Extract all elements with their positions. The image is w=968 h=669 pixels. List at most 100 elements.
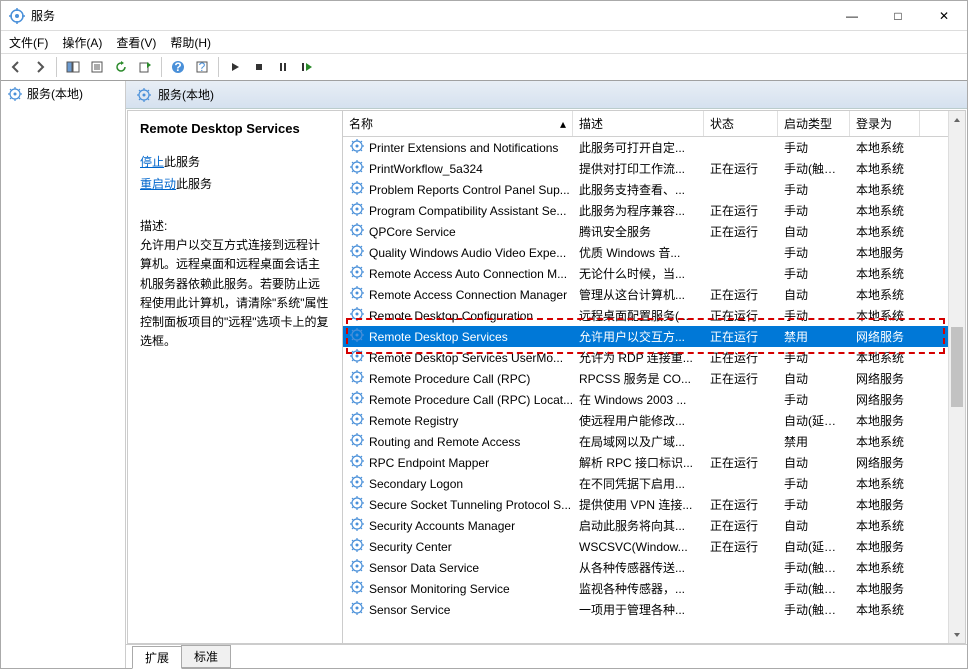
cell-startup: 手动 <box>778 202 850 219</box>
refresh-button[interactable] <box>110 56 132 78</box>
col-startup[interactable]: 启动类型 <box>778 111 850 136</box>
col-status[interactable]: 状态 <box>704 111 778 136</box>
table-row[interactable]: RPC Endpoint Mapper解析 RPC 接口标识...正在运行自动网… <box>343 452 948 473</box>
services-icon <box>136 87 152 103</box>
scroll-thumb[interactable] <box>951 327 963 407</box>
main-area: 服务(本地) 服务(本地) Remote Desktop Services 停止… <box>1 81 967 668</box>
table-row[interactable]: Sensor Monitoring Service监视各种传感器，...手动(触… <box>343 578 948 599</box>
col-name[interactable]: 名称▴ <box>343 111 573 136</box>
table-row[interactable]: QPCore Service腾讯安全服务正在运行自动本地系统 <box>343 221 948 242</box>
service-icon <box>349 474 365 493</box>
cell-desc: 管理从这台计算机... <box>573 286 704 303</box>
table-row[interactable]: Remote Desktop Configuration远程桌面配置服务(...… <box>343 305 948 326</box>
cell-logon: 网络服务 <box>850 328 920 345</box>
table-row[interactable]: Program Compatibility Assistant Se...此服务… <box>343 200 948 221</box>
table-row[interactable]: Remote Access Connection Manager管理从这台计算机… <box>343 284 948 305</box>
menu-file[interactable]: 文件(F) <box>9 34 48 51</box>
restart-service-button[interactable] <box>296 56 318 78</box>
cell-logon: 本地系统 <box>850 139 920 156</box>
table-row[interactable]: Remote Desktop Services允许用户以交互方...正在运行禁用… <box>343 326 948 347</box>
cell-desc: 此服务支持查看、... <box>573 181 704 198</box>
right-body: Remote Desktop Services 停止此服务 重启动此服务 描述:… <box>127 110 966 644</box>
cell-startup: 手动 <box>778 244 850 261</box>
table-row[interactable]: Secondary Logon在不同凭据下启用...手动本地系统 <box>343 473 948 494</box>
tab-standard[interactable]: 标准 <box>181 645 231 668</box>
table-row[interactable]: Remote Access Auto Connection M...无论什么时候… <box>343 263 948 284</box>
table-row[interactable]: Security CenterWSCSVC(Window...正在运行自动(延迟… <box>343 536 948 557</box>
table-row[interactable]: Sensor Service一项用于管理各种...手动(触发...本地系统 <box>343 599 948 620</box>
export-button[interactable] <box>134 56 156 78</box>
table-row[interactable]: PrintWorkflow_5a324提供对打印工作流...正在运行手动(触发.… <box>343 158 948 179</box>
cell-name: Problem Reports Control Panel Sup... <box>343 180 573 199</box>
toolbar-separator <box>161 57 162 77</box>
table-row[interactable]: Problem Reports Control Panel Sup...此服务支… <box>343 179 948 200</box>
menu-action[interactable]: 操作(A) <box>62 34 102 51</box>
cell-name: Remote Desktop Configuration <box>343 306 573 325</box>
cell-status: 正在运行 <box>704 370 778 387</box>
service-list: 名称▴ 描述 状态 启动类型 登录为 Printer Extensions an… <box>343 111 965 643</box>
table-row[interactable]: Sensor Data Service从各种传感器传送...手动(触发...本地… <box>343 557 948 578</box>
services-icon <box>7 86 23 102</box>
back-button[interactable] <box>5 56 27 78</box>
show-hide-tree-button[interactable] <box>62 56 84 78</box>
start-service-button[interactable] <box>224 56 246 78</box>
tab-extended[interactable]: 扩展 <box>132 646 182 669</box>
maximize-button[interactable]: □ <box>875 1 921 31</box>
scroll-up-button[interactable] <box>949 111 965 128</box>
cell-name: Sensor Data Service <box>343 558 573 577</box>
menu-view[interactable]: 查看(V) <box>116 34 156 51</box>
close-button[interactable]: ✕ <box>921 1 967 31</box>
cell-logon: 本地系统 <box>850 223 920 240</box>
cell-desc: 启动此服务将向其... <box>573 517 704 534</box>
cell-name: Program Compatibility Assistant Se... <box>343 201 573 220</box>
cell-desc: 解析 RPC 接口标识... <box>573 454 704 471</box>
help2-button[interactable]: ? <box>191 56 213 78</box>
cell-startup: 自动 <box>778 517 850 534</box>
table-row[interactable]: Quality Windows Audio Video Expe...优质 Wi… <box>343 242 948 263</box>
table-row[interactable]: Remote Registry使远程用户能修改...自动(延迟...本地服务 <box>343 410 948 431</box>
cell-desc: 一项用于管理各种... <box>573 601 704 618</box>
stop-service-button[interactable] <box>248 56 270 78</box>
cell-startup: 自动(延迟... <box>778 538 850 555</box>
pause-service-button[interactable] <box>272 56 294 78</box>
titlebar: 服务 — □ ✕ <box>1 1 967 31</box>
table-row[interactable]: Remote Procedure Call (RPC)RPCSS 服务是 CO.… <box>343 368 948 389</box>
service-icon <box>349 390 365 409</box>
help-button[interactable]: ? <box>167 56 189 78</box>
cell-desc: 远程桌面配置服务(... <box>573 307 704 324</box>
restart-link[interactable]: 重启动 <box>140 177 176 191</box>
cell-desc: 优质 Windows 音... <box>573 244 704 261</box>
service-icon <box>349 159 365 178</box>
col-logon[interactable]: 登录为 <box>850 111 920 136</box>
tree-root-node[interactable]: 服务(本地) <box>3 83 123 104</box>
scroll-track[interactable] <box>949 128 965 626</box>
scroll-down-button[interactable] <box>949 626 965 643</box>
col-desc[interactable]: 描述 <box>573 111 704 136</box>
properties-button[interactable] <box>86 56 108 78</box>
cell-name: Secure Socket Tunneling Protocol S... <box>343 495 573 514</box>
cell-logon: 本地服务 <box>850 496 920 513</box>
cell-startup: 禁用 <box>778 328 850 345</box>
table-row[interactable]: Remote Desktop Services UserMo...允许为 RDP… <box>343 347 948 368</box>
service-icon <box>349 453 365 472</box>
table-row[interactable]: Routing and Remote Access在局域网以及广域...禁用本地… <box>343 431 948 452</box>
cell-desc: 在局域网以及广域... <box>573 433 704 450</box>
description-label: 描述: <box>140 217 330 234</box>
table-row[interactable]: Secure Socket Tunneling Protocol S...提供使… <box>343 494 948 515</box>
sort-indicator-icon: ▴ <box>560 117 566 131</box>
cell-logon: 本地系统 <box>850 307 920 324</box>
right-panel: 服务(本地) Remote Desktop Services 停止此服务 重启动… <box>126 81 967 668</box>
cell-desc: RPCSS 服务是 CO... <box>573 370 704 387</box>
vertical-scrollbar[interactable] <box>948 111 965 643</box>
table-row[interactable]: Printer Extensions and Notifications此服务可… <box>343 137 948 158</box>
stop-link[interactable]: 停止 <box>140 155 164 169</box>
menu-help[interactable]: 帮助(H) <box>170 34 211 51</box>
cell-name: Security Center <box>343 537 573 556</box>
cell-logon: 本地服务 <box>850 412 920 429</box>
table-row[interactable]: Security Accounts Manager启动此服务将向其...正在运行… <box>343 515 948 536</box>
cell-status: 正在运行 <box>704 307 778 324</box>
table-row[interactable]: Remote Procedure Call (RPC) Locat...在 Wi… <box>343 389 948 410</box>
minimize-button[interactable]: — <box>829 1 875 31</box>
forward-button[interactable] <box>29 56 51 78</box>
list-body[interactable]: Printer Extensions and Notifications此服务可… <box>343 137 948 643</box>
